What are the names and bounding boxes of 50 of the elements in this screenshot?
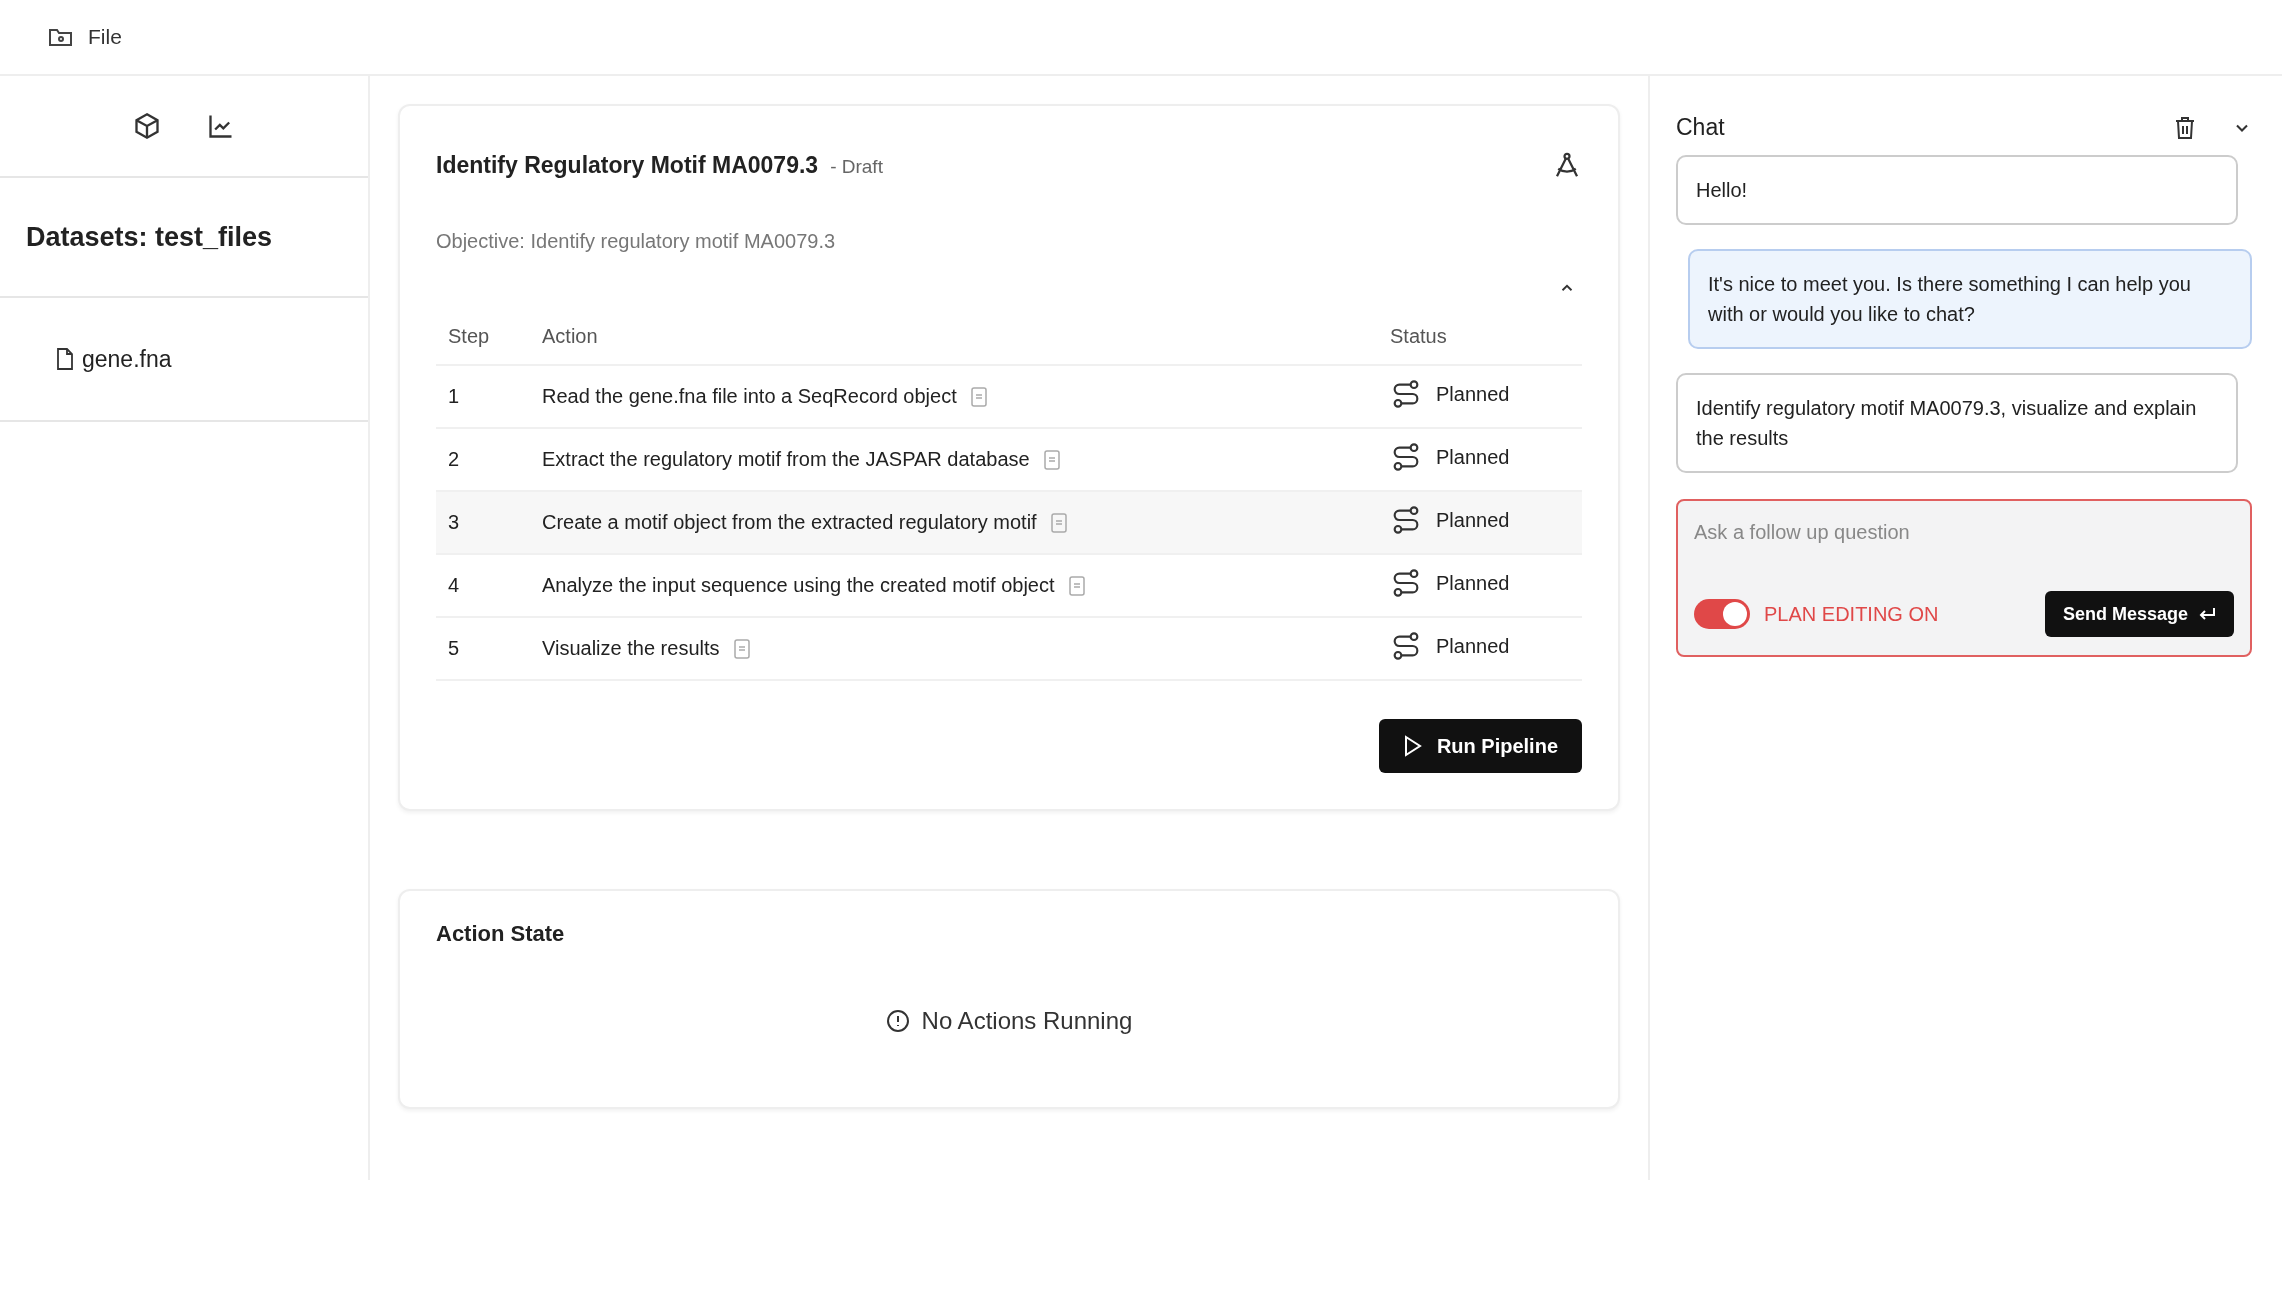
play-icon (1402, 735, 1423, 757)
user-message: Identify regulatory motif MA0079.3, visualize and explain the results (1676, 373, 2238, 473)
status-text: Planned (1436, 508, 1510, 532)
status-text: Planned (1436, 445, 1510, 469)
plan-status: - Draft (830, 155, 883, 178)
action-text: Read the gene.fna file into a SeqRecord object (542, 385, 957, 408)
table-row[interactable]: 4 Analyze the input sequence using the created motif object Planned (436, 554, 1582, 617)
step-number: 1 (448, 385, 460, 407)
file-menu[interactable]: File (48, 25, 122, 49)
step-number: 3 (448, 511, 460, 533)
assistant-message: It's nice to meet you. Is there something I can help you with or would you like to chat? (1688, 249, 2252, 349)
action-state-title: Action State (436, 921, 566, 947)
status-text: Planned (1436, 634, 1510, 658)
step-number: 4 (448, 574, 460, 596)
user-message: Hello! (1676, 155, 2238, 225)
message-input-field[interactable]: Ask a follow up question PLAN EDITING ON Send Message (1676, 499, 2252, 657)
action-text: Analyze the input sequence using the created motif object (542, 574, 1055, 597)
chat-title: Chat (1676, 114, 1725, 141)
step-number: 5 (448, 637, 460, 659)
plan-editing-label: PLAN EDITING ON (1764, 602, 1939, 626)
column-header: Step (436, 325, 530, 365)
run-pipeline-button[interactable]: Run Pipeline (1378, 719, 1582, 773)
trash-icon[interactable] (2174, 115, 2196, 140)
objective-text: Objective: Identify regulatory motif MA0079.3 (436, 230, 837, 253)
enter-key-icon (2198, 606, 2216, 622)
send-message-button[interactable]: Send Message (2044, 591, 2234, 637)
file-icon (56, 348, 74, 370)
status-text: Planned (1436, 382, 1510, 406)
plan-title: Identify Regulatory Motif MA0079.3 (436, 151, 819, 179)
column-header: Action (530, 325, 1378, 365)
info-icon (885, 1009, 910, 1033)
document-icon (970, 386, 987, 407)
table-row[interactable]: 1 Read the gene.fna file into a SeqRecord object Planned (436, 365, 1582, 428)
status-text: Planned (1436, 571, 1510, 595)
action-text: Create a motif object from the extracted regulatory motif (542, 511, 1037, 534)
document-icon (1043, 449, 1060, 470)
step-number: 2 (448, 448, 460, 470)
file-item[interactable]: gene.fna (56, 345, 172, 373)
action-text: Extract the regulatory motif from the JASPAR database (542, 448, 1030, 471)
table-row[interactable]: 5 Visualize the results Planned (436, 617, 1582, 680)
document-icon (1050, 512, 1067, 533)
document-icon (733, 638, 750, 659)
empty-message: No Actions Running (921, 1007, 1133, 1035)
folder-icon (48, 26, 74, 48)
action-text: Visualize the results (542, 637, 720, 660)
document-icon (1068, 575, 1085, 596)
plan-editing-toggle[interactable] (1694, 599, 1750, 629)
package-icon[interactable] (133, 112, 161, 140)
column-header: Status (1378, 325, 1582, 365)
datasets-heading: Datasets: test_files (26, 221, 273, 253)
